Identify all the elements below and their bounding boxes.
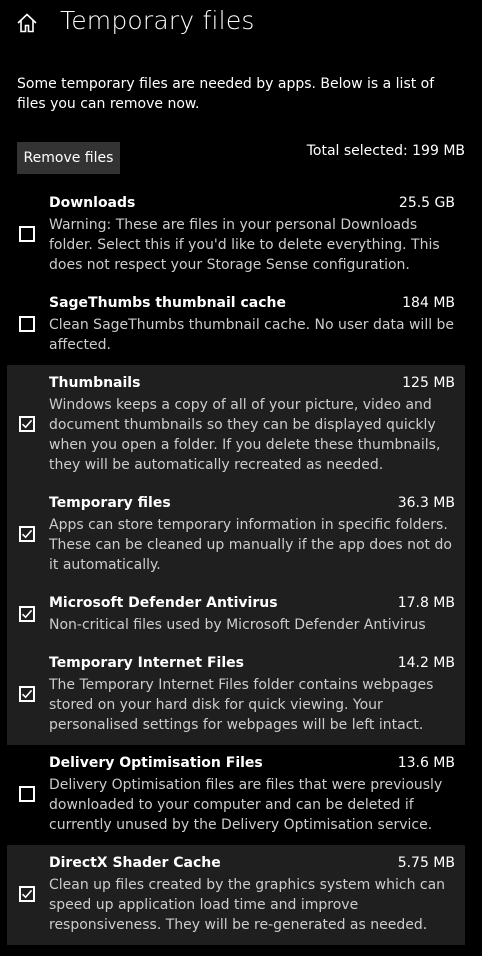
checkmark-icon (21, 529, 33, 539)
item-size: 5.75 MB (397, 855, 455, 871)
remove-files-button[interactable]: Remove files (17, 142, 120, 174)
item-title: Downloads (49, 195, 136, 211)
item-size: 36.3 MB (397, 495, 455, 511)
checkbox[interactable] (19, 526, 35, 542)
item-title: Thumbnails (49, 375, 141, 391)
file-category-sagethumbs[interactable]: SageThumbs thumbnail cache 184 MB Clean … (7, 285, 465, 365)
checkbox[interactable] (19, 226, 35, 242)
page-title: Temporary files (60, 6, 255, 35)
page-header: Temporary files (0, 0, 482, 48)
checkbox[interactable] (19, 886, 35, 902)
item-description: Delivery Optimisation files are files th… (49, 777, 443, 833)
item-title: SageThumbs thumbnail cache (49, 295, 286, 311)
checkmark-icon (21, 419, 33, 429)
checkbox[interactable] (19, 786, 35, 802)
checkbox[interactable] (19, 416, 35, 432)
file-category-downloads[interactable]: Downloads 25.5 GB Warning: These are fil… (7, 185, 465, 285)
checkmark-icon (21, 889, 33, 899)
item-size: 13.6 MB (397, 755, 455, 771)
item-description: Apps can store temporary information in … (49, 517, 452, 573)
checkbox[interactable] (19, 686, 35, 702)
file-category-thumbnails[interactable]: Thumbnails 125 MB Windows keeps a copy o… (7, 365, 465, 485)
total-selected: Total selected: 199 MB (306, 143, 465, 159)
file-category-directx-shader-cache[interactable]: DirectX Shader Cache 5.75 MB Clean up fi… (7, 845, 465, 945)
intro-text: Some temporary files are needed by apps.… (17, 76, 435, 112)
item-size: 25.5 GB (398, 195, 455, 211)
item-description: The Temporary Internet Files folder cont… (49, 677, 434, 733)
item-size: 17.8 MB (397, 595, 455, 611)
file-category-temporary-files[interactable]: Temporary files 36.3 MB Apps can store t… (7, 485, 465, 585)
item-title: DirectX Shader Cache (49, 855, 221, 871)
file-category-delivery-optimisation[interactable]: Delivery Optimisation Files 13.6 MB Deli… (7, 745, 465, 845)
item-size: 184 MB (402, 295, 455, 311)
item-description: Clean up files created by the graphics s… (49, 877, 446, 933)
item-description: Non-critical files used by Microsoft Def… (49, 617, 426, 633)
file-category-defender[interactable]: Microsoft Defender Antivirus 17.8 MB Non… (7, 585, 465, 645)
item-title: Delivery Optimisation Files (49, 755, 263, 771)
item-title: Temporary Internet Files (49, 655, 244, 671)
item-title: Microsoft Defender Antivirus (49, 595, 278, 611)
item-description: Clean SageThumbs thumbnail cache. No use… (49, 317, 455, 353)
item-title: Temporary files (49, 495, 171, 511)
file-category-list: Downloads 25.5 GB Warning: These are fil… (7, 185, 465, 945)
item-size: 125 MB (402, 375, 455, 391)
home-icon[interactable] (16, 12, 38, 34)
checkbox[interactable] (19, 316, 35, 332)
item-size: 14.2 MB (397, 655, 455, 671)
file-category-internet-files[interactable]: Temporary Internet Files 14.2 MB The Tem… (7, 645, 465, 745)
checkmark-icon (21, 609, 33, 619)
checkmark-icon (21, 689, 33, 699)
item-description: Warning: These are files in your persona… (49, 217, 440, 273)
item-description: Windows keeps a copy of all of your pict… (49, 397, 441, 473)
checkbox[interactable] (19, 606, 35, 622)
